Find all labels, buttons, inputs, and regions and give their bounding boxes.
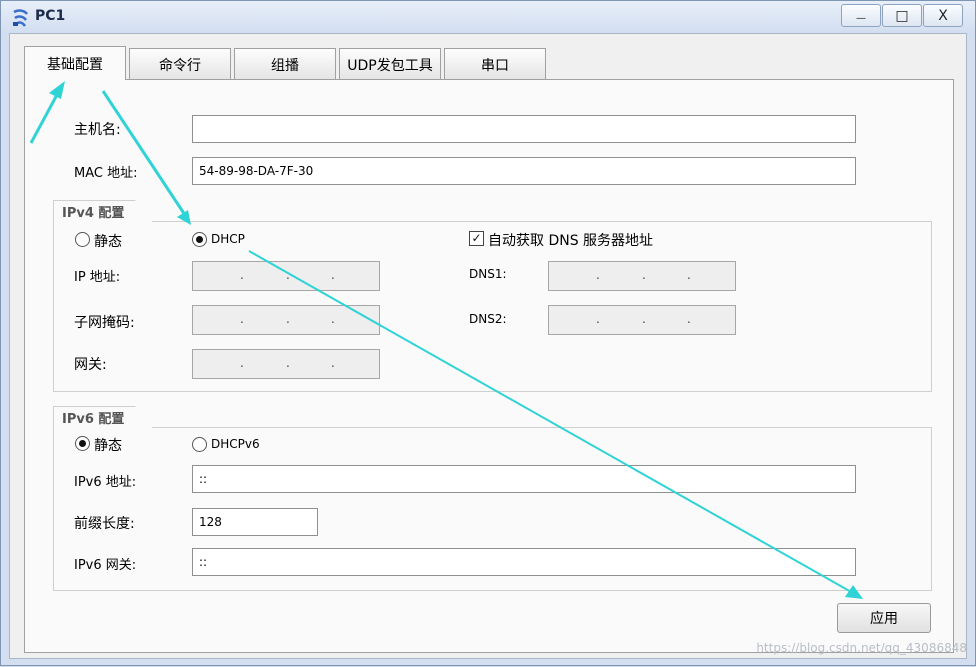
ipv6-group-title-text: IPv6 配置 bbox=[62, 412, 125, 427]
ip-dot: . bbox=[286, 356, 290, 370]
mac-address-label: MAC 地址: bbox=[74, 166, 138, 181]
close-icon: X bbox=[938, 7, 948, 24]
dns1-input[interactable]: . . . bbox=[548, 261, 736, 291]
dns2-input[interactable]: . . . bbox=[548, 305, 736, 335]
tab-serial[interactable]: 串口 bbox=[444, 48, 546, 80]
ip-dot: . bbox=[687, 312, 691, 326]
tab-label: 组播 bbox=[271, 57, 299, 74]
apply-button-label: 应用 bbox=[870, 611, 898, 627]
mac-address-input[interactable]: 54-89-98-DA-7F-30 bbox=[192, 157, 856, 185]
subnet-mask-label: 子网掩码: bbox=[74, 315, 135, 331]
tab-multicast[interactable]: 组播 bbox=[234, 48, 336, 80]
ipv4-static-radio[interactable] bbox=[75, 232, 90, 247]
prefix-length-input[interactable]: 128 bbox=[192, 508, 318, 536]
ip-dot: . bbox=[240, 312, 244, 326]
ip-dot: . bbox=[331, 312, 335, 326]
ipv4-static-label: 静态 bbox=[94, 234, 122, 250]
tab-udp-tool[interactable]: UDP发包工具 bbox=[339, 48, 441, 80]
ip-dot: . bbox=[240, 268, 244, 282]
ip-dot: . bbox=[240, 356, 244, 370]
ipv6-gateway-label: IPv6 网关: bbox=[74, 558, 137, 573]
network-pc-icon bbox=[13, 9, 29, 27]
dns2-label: DNS2: bbox=[469, 312, 507, 326]
auto-dns-checkbox[interactable]: ✓ bbox=[469, 231, 484, 246]
tab-label: 命令行 bbox=[159, 57, 201, 74]
gateway-label: 网关: bbox=[74, 357, 107, 373]
ip-dot: . bbox=[331, 268, 335, 282]
dns1-label: DNS1: bbox=[469, 267, 507, 281]
ipv4-dhcp-radio[interactable] bbox=[192, 232, 207, 247]
subnet-mask-input[interactable]: . . . bbox=[192, 305, 380, 335]
ipv6-address-input[interactable]: :: bbox=[192, 465, 856, 493]
tab-label: 基础配置 bbox=[47, 56, 103, 73]
hostname-label: 主机名: bbox=[74, 122, 121, 138]
tab-label: 串口 bbox=[481, 57, 509, 74]
tab-command-line[interactable]: 命令行 bbox=[129, 48, 231, 80]
watermark: https://blog.csdn.net/qq_43086848 bbox=[756, 641, 967, 655]
ipv6-gateway-input[interactable]: :: bbox=[192, 548, 856, 576]
ipv4-address-label: IP 地址: bbox=[74, 270, 121, 285]
ip-dot: . bbox=[286, 312, 290, 326]
ip-dot: . bbox=[331, 356, 335, 370]
hostname-input[interactable] bbox=[192, 115, 856, 143]
maximize-icon: □ bbox=[895, 7, 909, 24]
ipv4-dhcp-label: DHCP bbox=[211, 232, 245, 246]
close-button[interactable]: X bbox=[923, 4, 963, 27]
apply-button[interactable]: 应用 bbox=[837, 603, 931, 633]
ipv6-static-label: 静态 bbox=[94, 438, 122, 454]
title-bar[interactable]: PC1 — □ X bbox=[1, 1, 975, 33]
ipv4-group-title-text: IPv4 配置 bbox=[62, 206, 125, 221]
ipv6-dhcp-radio[interactable] bbox=[192, 437, 207, 452]
ip-dot: . bbox=[286, 268, 290, 282]
minimize-button[interactable]: — bbox=[841, 4, 881, 27]
ipv6-static-radio[interactable] bbox=[75, 436, 90, 451]
tab-basic-config[interactable]: 基础配置 bbox=[24, 46, 126, 80]
ip-dot: . bbox=[642, 268, 646, 282]
minimize-icon: — bbox=[856, 13, 866, 24]
ipv6-address-label: IPv6 地址: bbox=[74, 475, 137, 490]
window-title: PC1 bbox=[35, 8, 66, 24]
auto-dns-label: 自动获取 DNS 服务器地址 bbox=[488, 233, 654, 249]
ipv6-dhcp-label: DHCPv6 bbox=[211, 437, 260, 451]
ip-dot: . bbox=[596, 268, 600, 282]
ip-dot: . bbox=[687, 268, 691, 282]
ip-dot: . bbox=[596, 312, 600, 326]
prefix-length-label: 前缀长度: bbox=[74, 516, 135, 532]
app-window: PC1 — □ X 基础配置 命令行 组播 UDP发包工具 串口 主机名: MA… bbox=[0, 0, 976, 666]
gateway-input[interactable]: . . . bbox=[192, 349, 380, 379]
ipv4-address-input[interactable]: . . . bbox=[192, 261, 380, 291]
tab-label: UDP发包工具 bbox=[347, 57, 433, 74]
maximize-button[interactable]: □ bbox=[882, 4, 922, 27]
ip-dot: . bbox=[642, 312, 646, 326]
